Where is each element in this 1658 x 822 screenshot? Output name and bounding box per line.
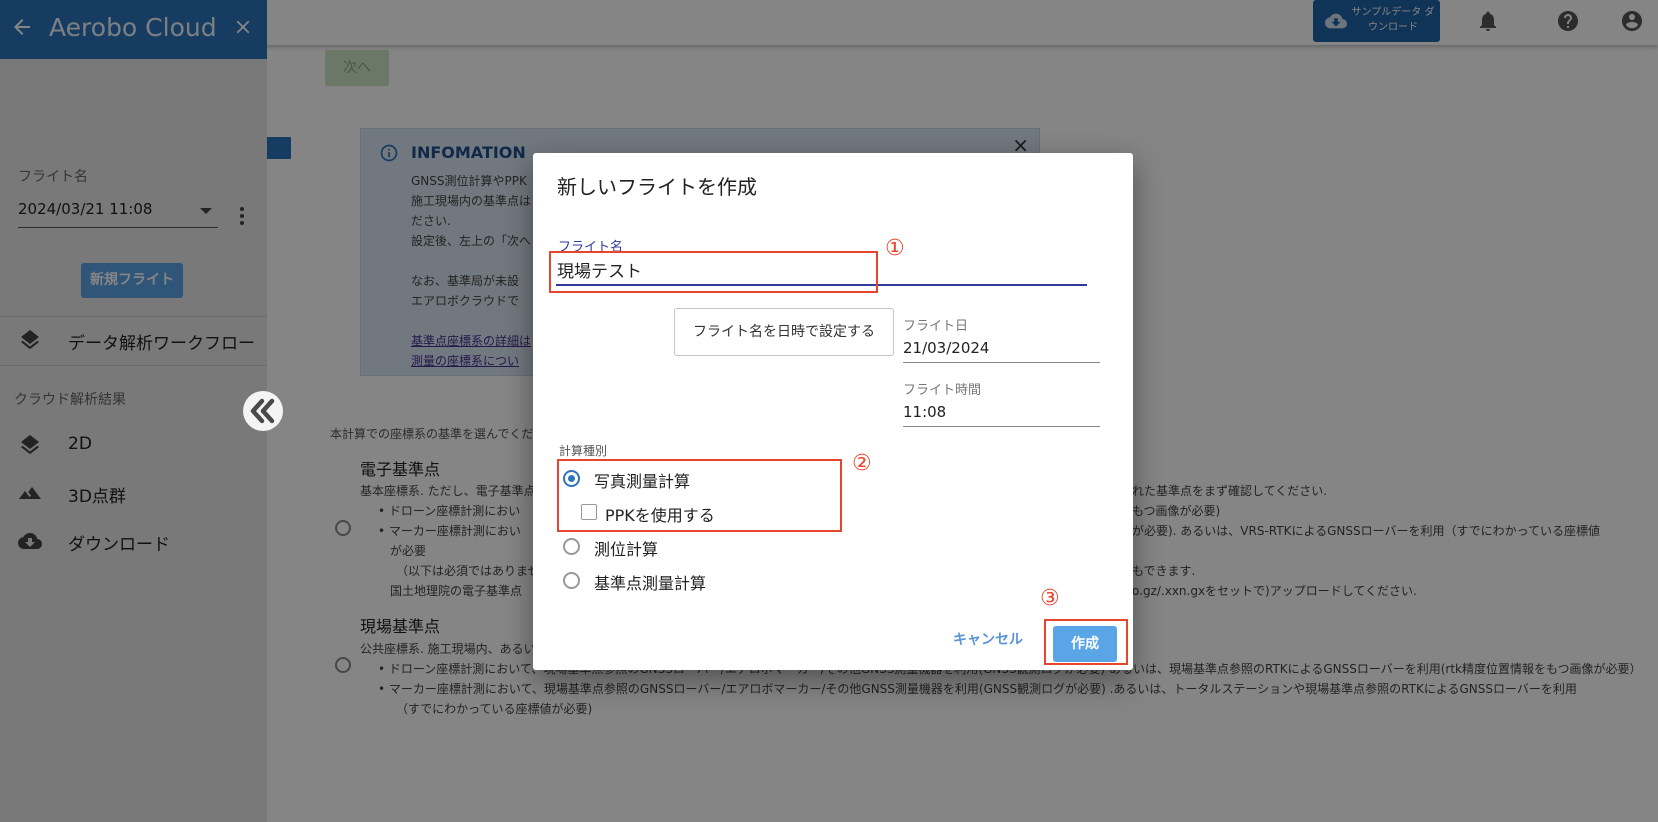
double-chevron-left-icon xyxy=(250,398,275,424)
cancel-button[interactable]: キャンセル xyxy=(943,625,1033,655)
flight-date-value: 21/03/2024 xyxy=(903,339,990,357)
annotation-number-3: ③ xyxy=(1040,586,1060,611)
annotation-number-1: ① xyxy=(885,236,905,261)
radio-button[interactable] xyxy=(563,538,580,555)
flight-date-field[interactable]: 21/03/2024 xyxy=(903,325,1100,363)
radio-label: 基準点測量計算 xyxy=(594,574,707,593)
radio-button[interactable] xyxy=(563,572,580,589)
radio-label: 測位計算 xyxy=(594,540,659,559)
annotation-box-create xyxy=(1044,619,1128,665)
calc-type-label: 計算種別 xyxy=(559,444,608,458)
flight-time-value: 11:08 xyxy=(903,403,947,421)
radio-control-point-survey[interactable]: 基準点測量計算 xyxy=(563,569,813,593)
dialog-title: 新しいフライトを作成 xyxy=(557,175,757,199)
collapse-sidebar-button[interactable] xyxy=(243,391,283,431)
annotation-box-flight-name xyxy=(549,251,878,293)
radio-positioning[interactable]: 測位計算 xyxy=(563,535,813,559)
set-name-by-datetime-button[interactable]: フライト名を日時で設定する xyxy=(674,308,894,356)
annotation-box-calc-type xyxy=(557,459,842,532)
annotation-number-2: ② xyxy=(852,451,872,476)
flight-time-field[interactable]: 11:08 xyxy=(903,389,1100,427)
